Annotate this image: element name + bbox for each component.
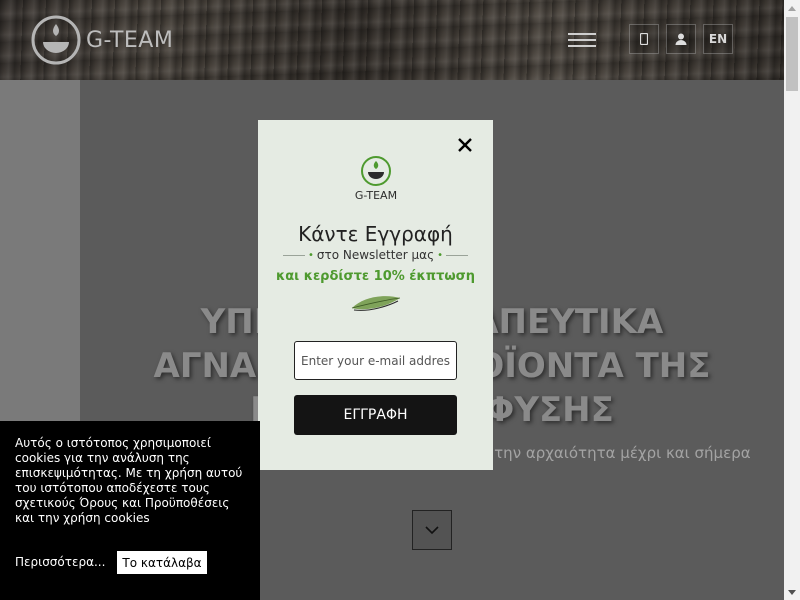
email-input[interactable] — [294, 341, 457, 380]
modal-offer-text: και κερδίστε 10% έκπτωση — [275, 269, 476, 284]
modal-title: Κάντε Εγγραφή — [298, 222, 453, 246]
g-team-logo-icon — [31, 15, 81, 65]
bullet-dot-icon: • — [307, 249, 314, 261]
scroll-down-button[interactable] — [412, 510, 452, 550]
brand-name: G-TEAM — [86, 27, 174, 53]
divider — [282, 254, 305, 256]
scrollbar-thumb[interactable] — [786, 17, 798, 91]
cookie-accept-button[interactable]: Το κατάλαβα — [117, 551, 207, 574]
scroll-up-arrow-icon[interactable] — [784, 0, 800, 16]
user-button[interactable] — [666, 24, 696, 54]
g-team-logo-icon — [361, 156, 391, 186]
modal-subtitle: στο Newsletter μας — [316, 248, 435, 262]
olive-leaf-icon — [351, 296, 401, 311]
site-logo[interactable]: G-TEAM — [30, 14, 173, 66]
language-switch-button[interactable]: EN — [703, 24, 733, 54]
phone-button[interactable] — [629, 24, 659, 54]
close-modal-button[interactable] — [453, 133, 477, 157]
signup-button[interactable]: ΕΓΓΡΑΦΗ — [294, 395, 457, 435]
phone-icon — [640, 33, 648, 45]
site-header: G-TEAM EN — [0, 0, 784, 80]
scroll-down-arrow-icon[interactable] — [784, 584, 800, 600]
divider — [446, 254, 469, 256]
chevron-down-icon — [425, 525, 439, 534]
modal-logo: G-TEAM — [352, 155, 400, 205]
modal-subtitle-row: • στο Newsletter μας • — [258, 248, 493, 262]
cookie-notice-text: Αυτός ο ιστότοπος χρησιμοποιεί cookies γ… — [15, 436, 243, 525]
bullet-dot-icon: • — [437, 249, 444, 261]
close-icon — [458, 138, 472, 152]
modal-brand-name: G-TEAM — [354, 189, 398, 202]
hamburger-menu-icon[interactable] — [562, 22, 602, 58]
cookie-more-link[interactable]: Περισσότερα... — [15, 555, 105, 569]
user-icon — [675, 33, 687, 45]
